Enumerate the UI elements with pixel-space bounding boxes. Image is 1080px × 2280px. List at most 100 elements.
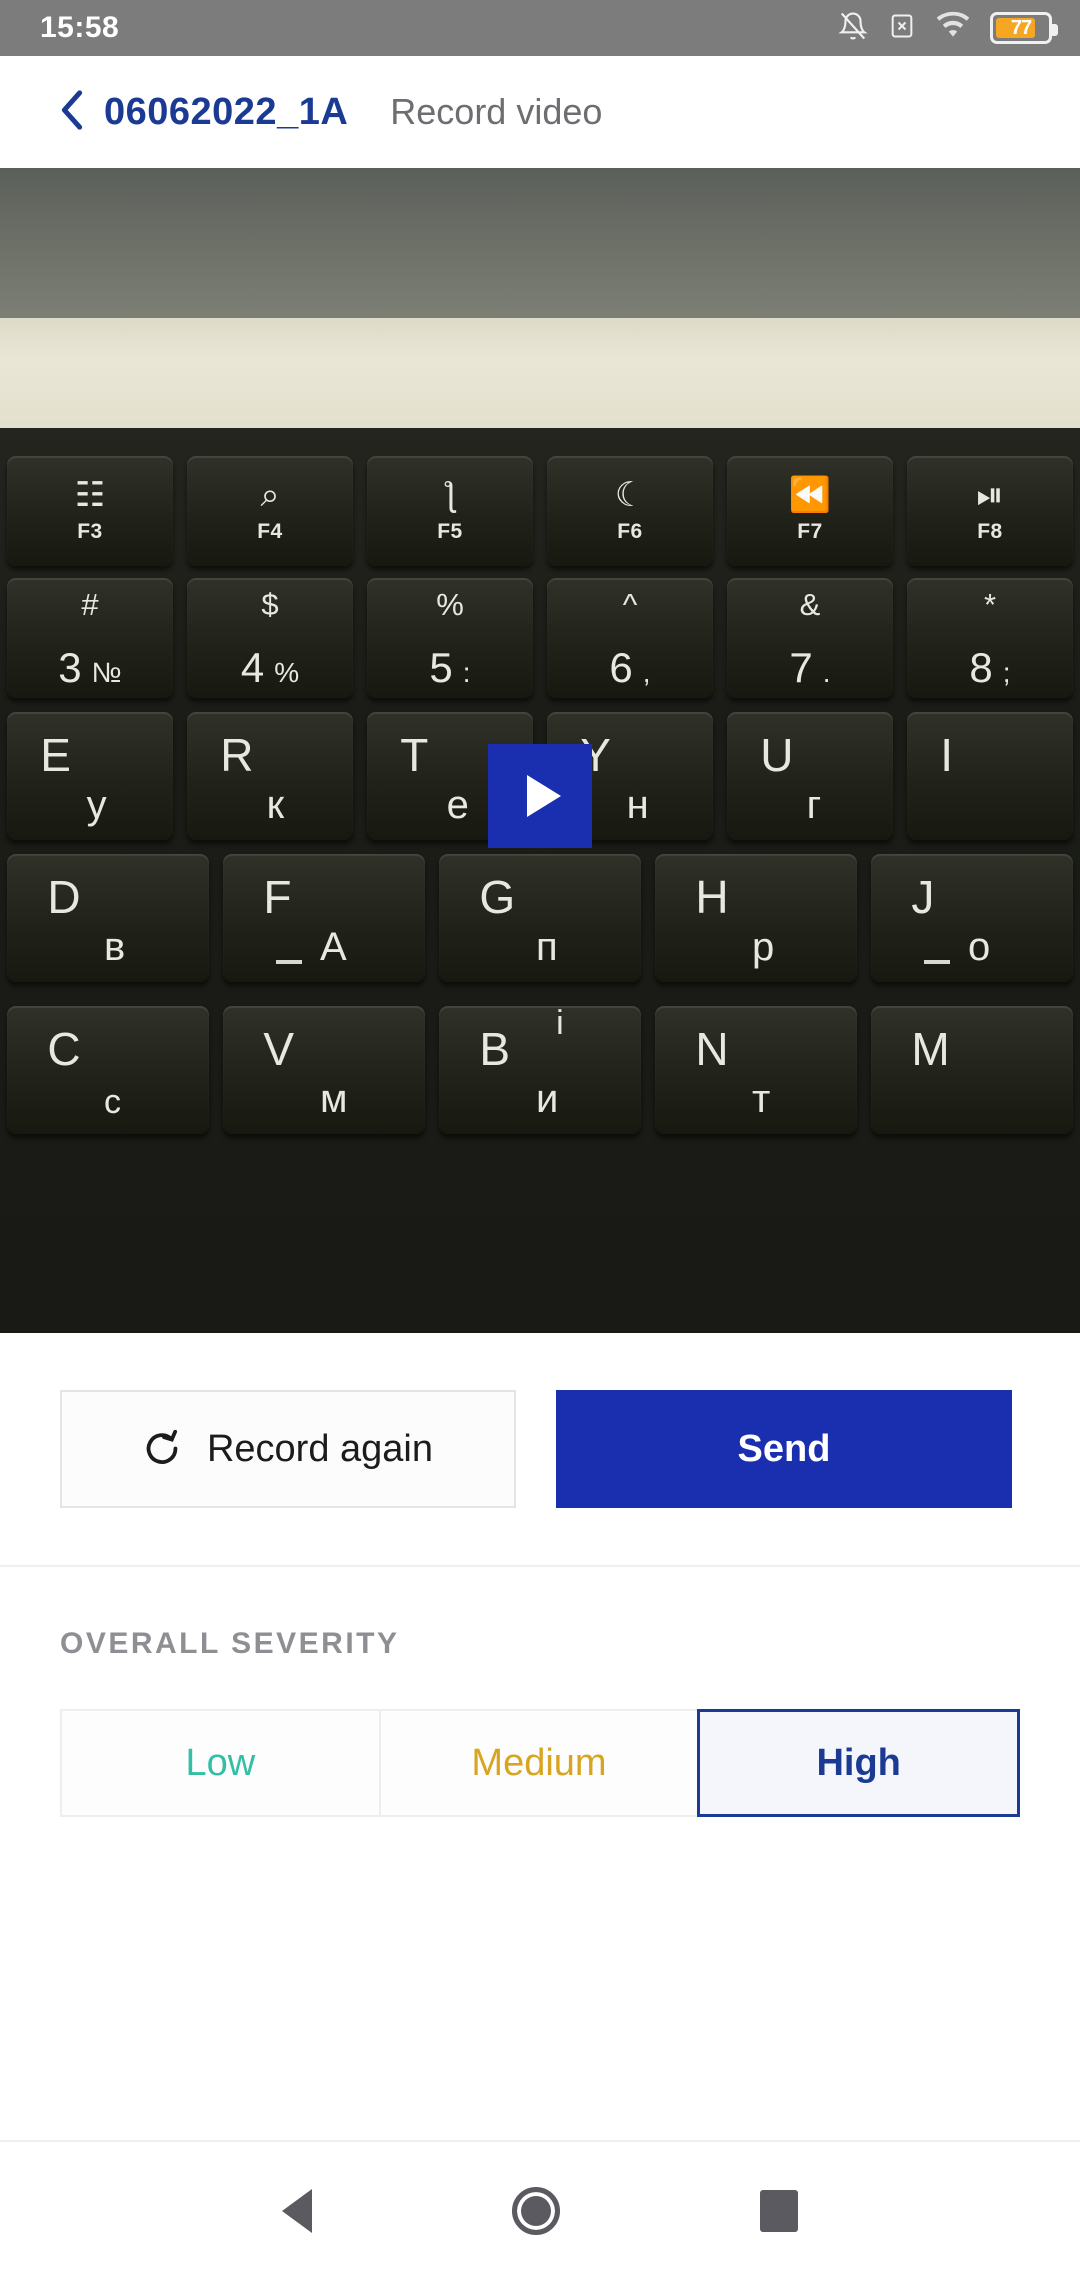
overall-severity-section: OVERALL SEVERITY Low Medium High — [0, 1567, 1080, 2140]
search-icon: ⌕ — [260, 476, 280, 514]
laptop-hinge-band — [0, 318, 1080, 428]
record-again-button[interactable]: Record again — [60, 1390, 516, 1508]
key-e: E у — [7, 712, 173, 840]
action-button-bar: Record again Send — [0, 1333, 1080, 1565]
key-f: F А — [223, 854, 425, 982]
severity-option-label: Low — [185, 1741, 256, 1784]
keyboard-function-row: ☷ F3 ⌕ F4 ƪ F5 ☾ F6 ⏪ F7 ⏯ F8 — [0, 456, 1080, 566]
key-label: F7 — [797, 520, 823, 543]
nav-back-button[interactable] — [282, 2189, 312, 2233]
key-cyrillic: м — [319, 1077, 348, 1121]
status-icon-group: 77 — [838, 9, 1058, 48]
key-lower: 7. — [727, 644, 893, 692]
key-secondary: % — [274, 657, 300, 688]
key-latin: H — [695, 871, 729, 923]
key-label: F3 — [77, 520, 103, 543]
key-secondary: № — [91, 657, 122, 688]
key-latin: E — [40, 729, 71, 781]
bell-muted-icon — [838, 9, 868, 48]
key-f8: ⏯ F8 — [907, 456, 1073, 566]
play-button[interactable] — [488, 744, 592, 848]
key-d: D в — [7, 854, 209, 982]
key-cyrillic: п — [535, 925, 558, 969]
key-secondary: : — [462, 657, 471, 688]
key-b: і B и — [439, 1006, 641, 1134]
key-6: ^ 6, — [547, 578, 713, 698]
key-latin: D — [47, 871, 81, 923]
key-latin: R — [220, 729, 254, 781]
key-label: F8 — [977, 520, 1003, 543]
severity-option-label: Medium — [471, 1741, 607, 1784]
key-upper: % — [436, 587, 464, 622]
keyboard-home-letter-row: D в F А G п H р J о — [0, 854, 1080, 982]
play-pause-icon: ⏯ — [976, 476, 1004, 514]
key-lower: 8; — [907, 644, 1073, 692]
send-button[interactable]: Send — [556, 1390, 1012, 1508]
rewind-icon: ⏪ — [788, 476, 832, 514]
severity-option-high[interactable]: High — [697, 1709, 1021, 1817]
key-cyrillic: г — [806, 783, 822, 827]
key-cyrillic: т — [751, 1077, 771, 1121]
keyboard-bottom-letter-row: C с V м і B и N т M — [0, 1006, 1080, 1134]
page-title: Record video — [390, 91, 603, 132]
status-time: 15:58 — [40, 11, 120, 44]
key-latin: G — [479, 871, 516, 923]
key-r: R к — [187, 712, 353, 840]
key-cyrillic: е — [446, 783, 469, 827]
key-label: F6 — [617, 520, 643, 543]
back-label: 06062022_1A — [104, 90, 349, 133]
sim-card-off-icon — [888, 10, 916, 47]
key-cyrillic: с — [103, 1083, 121, 1121]
key-i: I — [907, 712, 1073, 840]
key-3: # 3 № — [7, 578, 173, 698]
key-lower: 4% — [187, 644, 353, 692]
nav-recents-button[interactable] — [760, 2190, 798, 2232]
record-again-label: Record again — [206, 1427, 434, 1470]
key-m: M — [871, 1006, 1073, 1134]
key-7: & 7. — [727, 578, 893, 698]
key-secondary: . — [822, 657, 831, 688]
key-upper: # — [81, 587, 99, 622]
wifi-icon — [936, 11, 970, 46]
severity-section-label: OVERALL SEVERITY — [60, 1627, 400, 1660]
key-digit: 7 — [789, 644, 813, 691]
chevron-left-icon — [60, 89, 84, 136]
key-lower: 3 № — [7, 644, 173, 692]
key-h: H р — [655, 854, 857, 982]
key-latin: V — [263, 1023, 295, 1075]
key-digit: 3 — [58, 644, 82, 691]
battery-icon: 77 — [990, 12, 1058, 44]
key-secondary: ; — [1002, 657, 1011, 688]
key-cyrillic: у — [86, 783, 107, 827]
key-c: C с — [7, 1006, 209, 1134]
key-cyrillic: о — [967, 925, 991, 969]
refresh-icon — [143, 1427, 181, 1472]
key-5: % 5: — [367, 578, 533, 698]
key-latin: F — [263, 871, 292, 923]
key-label: F4 — [257, 520, 283, 543]
battery-percent: 77 — [1010, 16, 1032, 39]
key-u: U г — [727, 712, 893, 840]
key-latin: I — [940, 729, 953, 781]
key-digit: 6 — [609, 644, 633, 691]
key-cyrillic: н — [626, 783, 649, 827]
key-latin: T — [400, 729, 429, 781]
key-latin: J — [911, 871, 935, 923]
key-cyrillic: р — [751, 925, 775, 969]
key-digit: 4 — [240, 644, 265, 691]
severity-segmented-control: Low Medium High — [60, 1709, 1021, 1817]
key-f6: ☾ F6 — [547, 456, 713, 566]
key-latin: N — [695, 1023, 729, 1075]
severity-option-medium[interactable]: Medium — [378, 1709, 700, 1817]
severity-option-low[interactable]: Low — [60, 1709, 381, 1817]
key-extra-mark: і — [556, 1006, 564, 1042]
key-f4: ⌕ F4 — [187, 456, 353, 566]
key-latin: C — [47, 1023, 81, 1075]
video-preview[interactable]: ☷ F3 ⌕ F4 ƪ F5 ☾ F6 ⏪ F7 ⏯ F8 # 3 № $ 4 … — [0, 168, 1080, 1333]
nav-home-button[interactable] — [512, 2187, 560, 2235]
key-j: J о — [871, 854, 1073, 982]
key-digit: 5 — [429, 644, 453, 691]
moon-icon: ☾ — [614, 476, 646, 514]
key-8: * 8; — [907, 578, 1073, 698]
back-button[interactable]: 06062022_1A — [60, 89, 348, 136]
